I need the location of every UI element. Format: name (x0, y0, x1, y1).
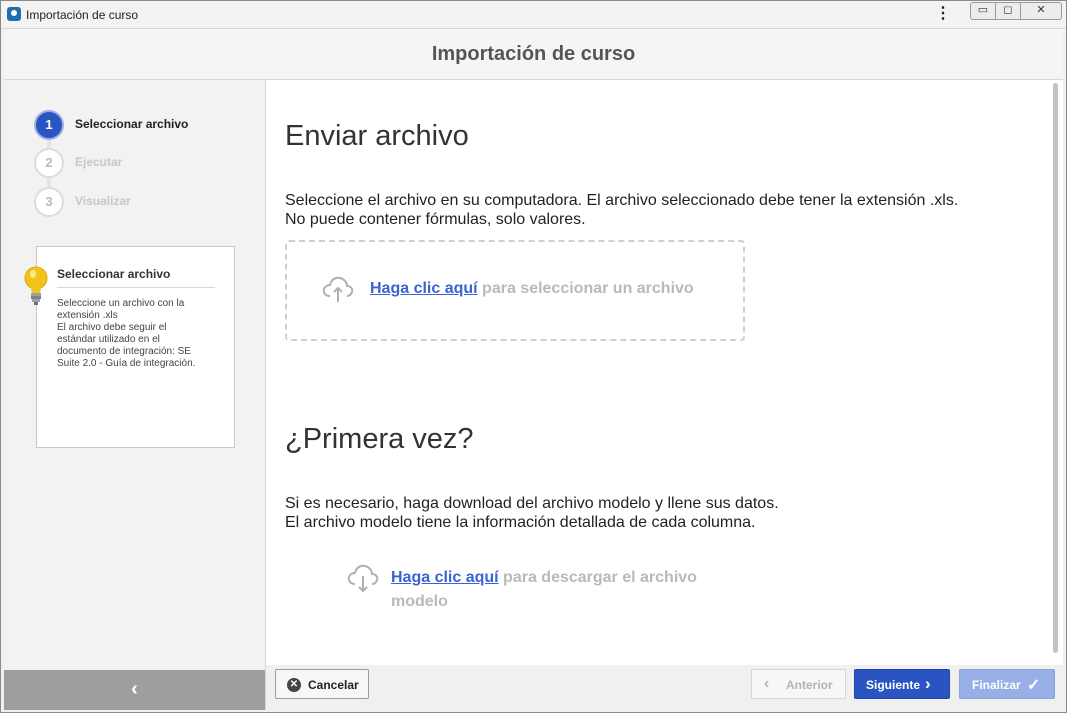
help-line: documento de integración: SE (57, 346, 191, 357)
help-line: extensión .xls (57, 310, 118, 321)
download-prompt: Haga clic aquí para descargar el archivo… (391, 566, 751, 614)
chevron-right-icon: › (925, 674, 931, 693)
previous-label: Anterior (786, 678, 833, 692)
maximize-button[interactable]: ◻ (995, 2, 1021, 20)
step-label: Visualizar (75, 194, 131, 208)
dialog-window: Importación de curso ⋮ ▭ ◻ ✕ Importación… (0, 0, 1067, 713)
minimize-icon: ▭ (977, 4, 989, 16)
file-drop-zone[interactable]: Haga clic aquí para seleccionar un archi… (285, 240, 745, 341)
lightbulb-icon (24, 266, 48, 305)
window-title: Importación de curso (26, 8, 139, 22)
wizard-footer: ✕ Cancelar ‹ Anterior Siguiente › Finali… (266, 665, 1063, 710)
first-time-section-title: ¿Primera vez? (285, 423, 474, 455)
step-number: 3 (34, 187, 64, 217)
finish-label: Finalizar (972, 678, 1021, 692)
help-line: El archivo debe seguir el (57, 322, 167, 333)
upload-prompt: Haga clic aquí para seleccionar un archi… (370, 280, 694, 298)
collapse-sidebar-button[interactable]: ‹ (4, 670, 265, 710)
template-description: Si es necesario, haga download del archi… (285, 495, 779, 512)
help-text: Seleccione un archivo con la extensión .… (57, 298, 217, 370)
upload-section-title: Enviar archivo (285, 120, 469, 152)
close-circle-icon: ✕ (287, 678, 301, 692)
step-label: Ejecutar (75, 155, 123, 169)
finish-button[interactable]: Finalizar ✓ (959, 669, 1055, 699)
next-button[interactable]: Siguiente › (854, 669, 950, 699)
cancel-label: Cancelar (308, 678, 359, 692)
maximize-icon: ◻ (1003, 4, 1013, 16)
close-window-button[interactable]: ✕ (1020, 2, 1062, 20)
title-bar: Importación de curso ⋮ ▭ ◻ ✕ (1, 1, 1066, 29)
app-icon (7, 7, 21, 21)
checkmark-icon: ✓ (1027, 677, 1041, 694)
help-panel: Seleccionar archivo Seleccione un archiv… (24, 246, 235, 448)
minimize-button[interactable]: ▭ (970, 2, 996, 20)
upload-description: Seleccione el archivo en su computadora.… (285, 192, 959, 209)
wizard-sidebar: 1 Seleccionar archivo 2 Ejecutar 3 Visua… (4, 80, 266, 710)
select-file-link[interactable]: Haga clic aquí (370, 280, 478, 297)
step-label: Seleccionar archivo (75, 117, 189, 131)
select-file-text: para seleccionar un archivo (482, 280, 694, 297)
help-title: Seleccionar archivo (57, 267, 215, 288)
more-options-icon[interactable]: ⋮ (935, 6, 951, 24)
help-line: Suite 2.0 - Guía de integración. (57, 358, 196, 369)
vertical-scrollbar[interactable] (1053, 83, 1058, 653)
download-template-link[interactable]: Haga clic aquí (391, 569, 499, 586)
step-number: 1 (34, 110, 64, 140)
template-description: El archivo modelo tiene la información d… (285, 514, 756, 531)
cloud-upload-icon (322, 276, 354, 302)
chevron-left-icon: ‹ (764, 675, 770, 692)
cloud-download-icon (347, 564, 379, 593)
help-line: Seleccione un archivo con la (57, 298, 185, 309)
page-header: Importación de curso (4, 29, 1063, 80)
page-title: Importación de curso (431, 43, 636, 65)
step-number: 2 (34, 148, 64, 178)
upload-description: No puede contener fórmulas, solo valores… (285, 211, 586, 228)
previous-button[interactable]: ‹ Anterior (751, 669, 846, 699)
chevron-left-icon: ‹ (131, 678, 138, 700)
cancel-button[interactable]: ✕ Cancelar (275, 669, 369, 699)
close-icon: ✕ (1036, 4, 1046, 16)
next-label: Siguiente (866, 678, 921, 692)
main-content: Enviar archivo Seleccione el archivo en … (266, 80, 1063, 665)
help-line: estándar utilizado en el (57, 334, 160, 345)
